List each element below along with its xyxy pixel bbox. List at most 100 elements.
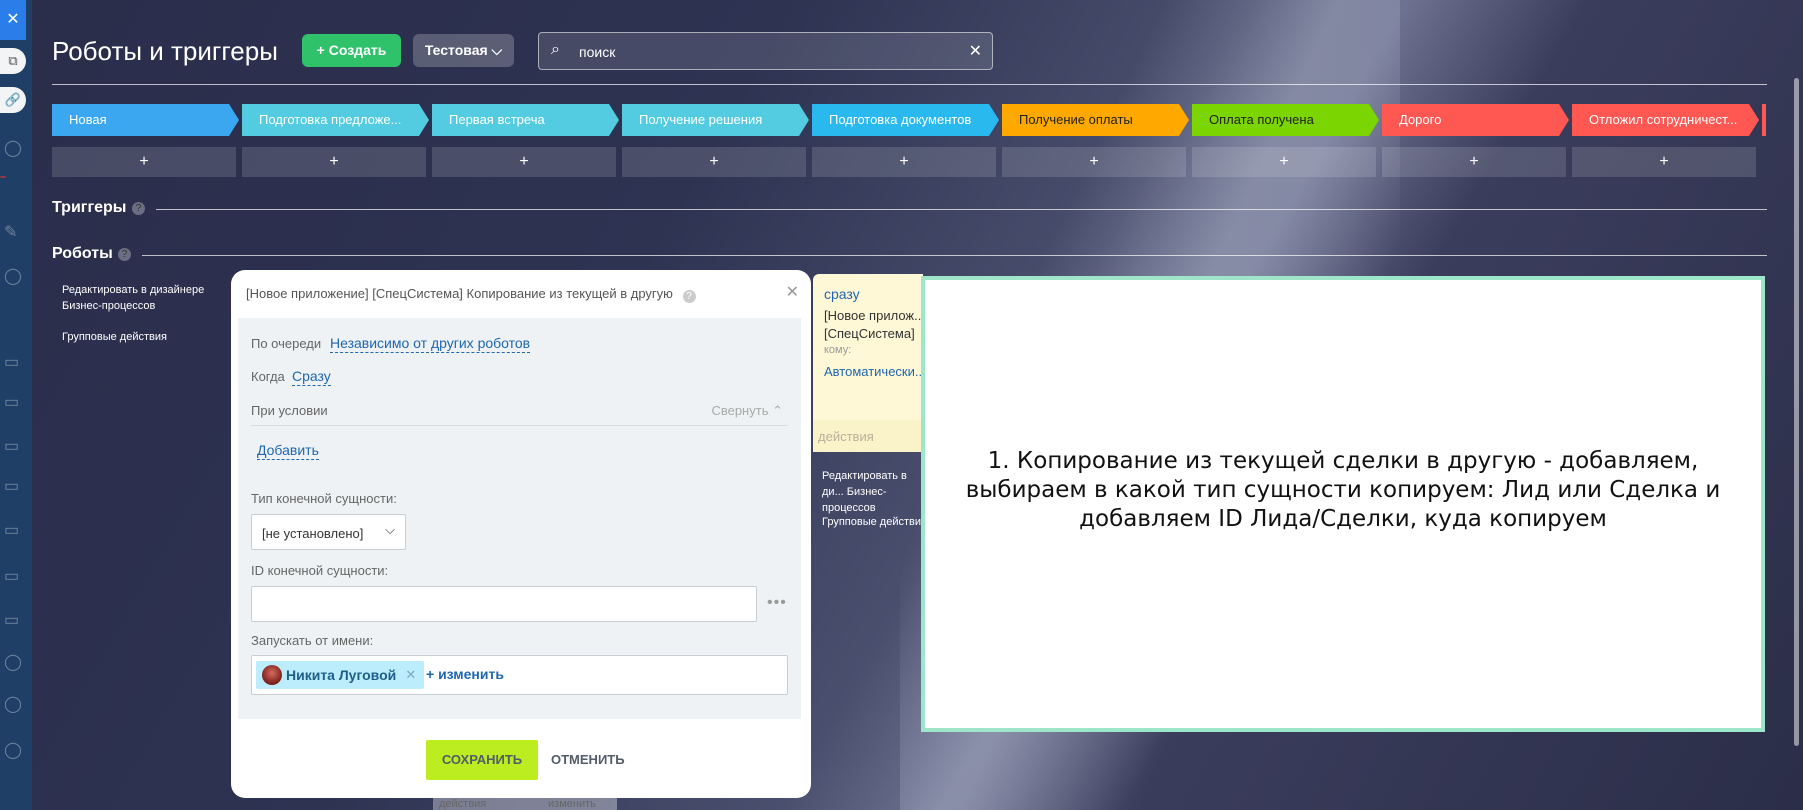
robot-card-footer[interactable]: действия [813, 420, 923, 452]
page-title: Роботы и триггеры [52, 36, 278, 66]
help-icon[interactable]: ? [132, 202, 145, 215]
rail-ghost-icon: ▭ [4, 394, 20, 411]
stage-2[interactable]: Первая встреча [432, 104, 619, 136]
search-input[interactable]: поиск [579, 44, 615, 60]
edit-designer-link[interactable]: Редактировать в дизайнере Бизнес-процесс… [62, 282, 222, 314]
add-robot-button[interactable]: + [242, 147, 426, 177]
add-robot-button[interactable]: + [52, 147, 236, 177]
add-robot-button[interactable]: + [432, 147, 616, 177]
stage-7[interactable]: Дорого [1382, 104, 1569, 136]
change-user-link[interactable]: + изменить [426, 666, 504, 682]
close-icon[interactable]: ✕ [0, 0, 26, 40]
rail-ghost-icon: ◯ [4, 140, 22, 157]
help-icon[interactable]: ? [682, 290, 696, 303]
add-condition-link[interactable]: Добавить [257, 442, 319, 460]
user-chip[interactable]: Никита Луговой ✕ [256, 661, 425, 689]
annotation-panel: 1. Копирование из текущей сделки в другу… [921, 276, 1765, 732]
robot-card-when[interactable]: сразу [824, 286, 860, 302]
rail-ghost-icon: ◯ [4, 696, 22, 713]
stage-label: Дорого [1399, 112, 1442, 127]
chevron-up-icon: ⌃ [772, 403, 783, 418]
rail-badge [0, 176, 6, 178]
stage-label: Получение оплаты [1019, 112, 1133, 127]
collapse-toggle[interactable]: Свернуть ⌃ [711, 403, 783, 419]
when-label: Когда [251, 369, 285, 384]
robot-settings-dialog: [Новое приложение] [СпецСистема] Копиров… [231, 270, 811, 798]
queue-value-link[interactable]: Независимо от других роботов [330, 335, 531, 353]
rail-ghost-icon: ◯ [4, 742, 22, 759]
add-robot-button[interactable]: + [1002, 147, 1186, 177]
create-button-label: Создать [328, 42, 387, 58]
add-robot-button[interactable]: + [1192, 147, 1376, 177]
condition-divider [251, 425, 788, 426]
cancel-button[interactable]: ОТМЕНИТЬ [551, 740, 625, 780]
triggers-title: Триггеры [52, 199, 127, 216]
annotation-text: 1. Копирование из текущей сделки в другу… [965, 448, 1721, 532]
dialog-title: [Новое приложение] [СпецСистема] Копиров… [246, 286, 696, 303]
more-dots-icon[interactable]: ••• [767, 594, 787, 612]
run-as-label: Запускать от имени: [251, 633, 374, 648]
robot-card[interactable]: сразу [Новое прилож... [СпецСистема] ком… [813, 274, 926, 452]
group-actions-link[interactable]: Групповые действия [62, 329, 167, 345]
queue-label: По очереди [251, 336, 322, 351]
test-button-label: Тестовая [424, 42, 488, 58]
dialog-body: По очереди Независимо от других роботов … [238, 318, 801, 719]
stage-0[interactable]: Новая [52, 104, 239, 136]
robot-card-to-label: кому: [824, 344, 852, 356]
add-robot-button[interactable]: + [812, 147, 996, 177]
robot-card-to-value[interactable]: Автоматически... [824, 364, 926, 379]
plus-icon: + [316, 42, 329, 58]
stage-6[interactable]: Оплата получена [1192, 104, 1379, 136]
stage-5[interactable]: Получение оплаты [1002, 104, 1189, 136]
robots-divider [142, 255, 1767, 256]
entity-type-value: [не установлено] [262, 526, 364, 541]
robot-card-line: [Новое прилож... [824, 308, 925, 323]
ghost-text: действия [439, 798, 487, 810]
rail-ghost-icon: ▭ [4, 568, 20, 585]
search-field[interactable]: ⌕ поиск ✕ [538, 32, 993, 70]
add-robot-button[interactable]: + [622, 147, 806, 177]
scrollbar[interactable] [1794, 78, 1799, 746]
entity-type-label: Тип конечной сущности: [251, 491, 397, 506]
rail-ghost-icon: ▭ [4, 522, 20, 539]
rail-ghost-icon: ▭ [4, 612, 20, 629]
collapse-label: Свернуть [711, 403, 769, 418]
help-icon[interactable]: ? [118, 248, 131, 261]
edit-designer-link[interactable]: Редактировать в ди... Бизнес-процессов [822, 468, 922, 516]
condition-label: При условии [251, 403, 328, 418]
stage-label: Новая [69, 112, 107, 127]
add-robot-button[interactable]: + [1572, 147, 1756, 177]
entity-id-input[interactable] [251, 586, 757, 622]
header-divider [52, 84, 1767, 85]
stage-1[interactable]: Подготовка предложе... [242, 104, 429, 136]
rail-ghost-icon: ◯ [4, 654, 22, 671]
when-value-link[interactable]: Сразу [292, 368, 331, 386]
remove-icon[interactable]: ✕ [405, 661, 416, 689]
stage-overflow [1762, 104, 1766, 136]
robot-card-line: [СпецСистема] [824, 326, 915, 341]
stage-label: Подготовка предложе... [259, 112, 402, 127]
stage-8[interactable]: Отложил сотрудничест... [1572, 104, 1759, 136]
rail-ghost-icon: ◯ [4, 268, 22, 285]
create-button[interactable]: + Создать [302, 34, 401, 67]
close-icon[interactable]: ✕ [786, 282, 799, 302]
robots-title: Роботы [52, 245, 113, 262]
user-name: Никита Луговой [286, 667, 397, 683]
entity-id-label: ID конечной сущности: [251, 563, 389, 578]
entity-type-select[interactable]: [не установлено] ⌵ [251, 514, 406, 550]
stage-3[interactable]: Получение решения [622, 104, 809, 136]
stage-4[interactable]: Подготовка документов [812, 104, 999, 136]
rail-ghost-icon: ▭ [4, 354, 20, 371]
save-button[interactable]: СОХРАНИТЬ [426, 740, 538, 780]
clear-icon[interactable]: ✕ [969, 41, 982, 61]
stage-label: Оплата получена [1209, 112, 1314, 127]
external-link-icon[interactable]: ⧉ [0, 48, 26, 74]
add-robot-button[interactable]: + [1382, 147, 1566, 177]
rail-ghost-icon: ▭ [4, 478, 20, 495]
group-actions-link[interactable]: Групповые действи... [822, 514, 922, 530]
link-icon[interactable]: 🔗 [0, 87, 26, 113]
stage-label: Отложил сотрудничест... [1589, 112, 1738, 127]
test-dropdown-button[interactable]: Тестовая ⌵ [413, 34, 514, 67]
avatar [262, 665, 282, 685]
run-as-field[interactable]: Никита Луговой ✕ + изменить [251, 655, 788, 695]
